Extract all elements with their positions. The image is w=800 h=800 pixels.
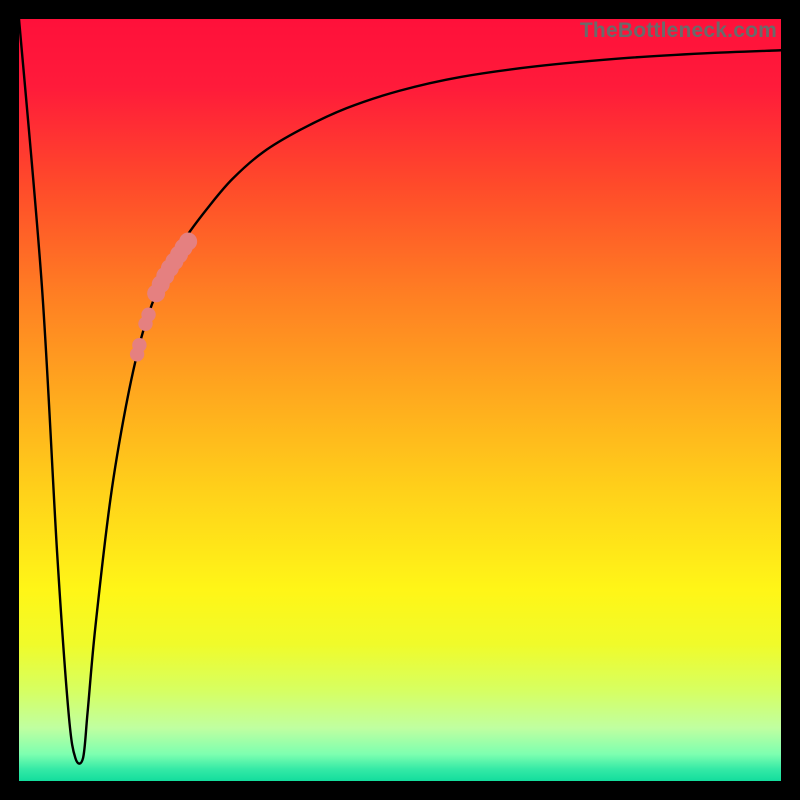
curve-marker [141, 307, 155, 321]
curve-markers [130, 233, 197, 362]
chart-svg [19, 19, 781, 781]
chart-frame: TheBottleneck.com [0, 0, 800, 800]
plot-area: TheBottleneck.com [19, 19, 781, 781]
bottleneck-curve-path [19, 19, 781, 764]
curve-marker [130, 347, 144, 361]
curve-marker [179, 233, 197, 251]
